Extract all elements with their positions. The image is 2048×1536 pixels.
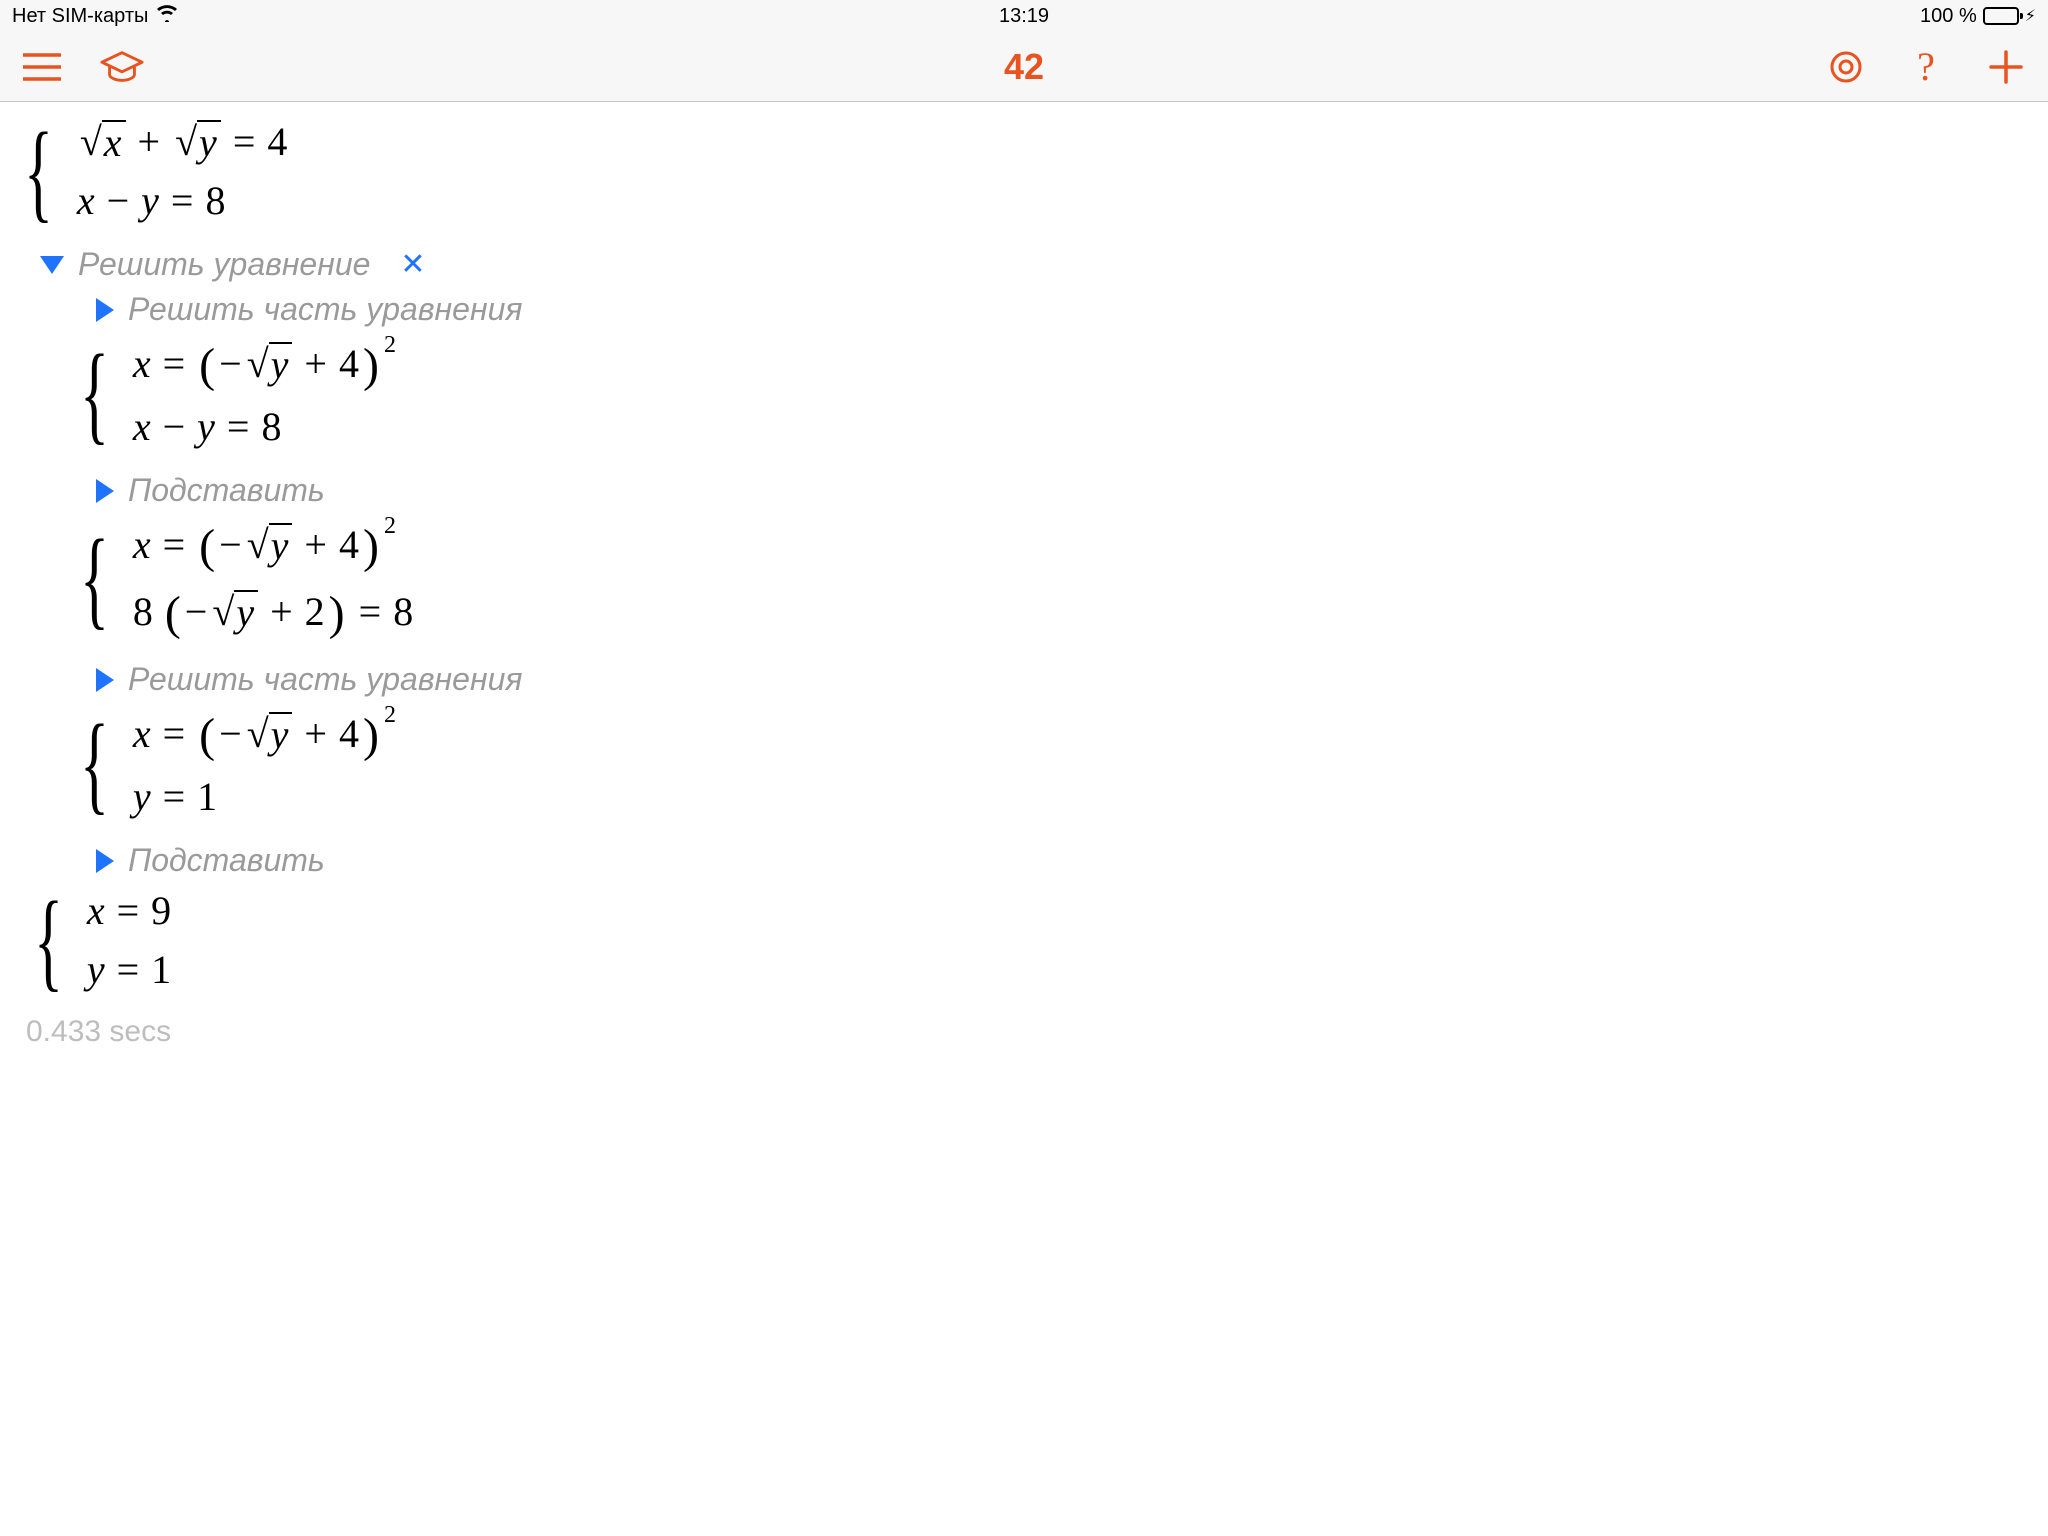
charging-icon: ⚡︎ [2025, 6, 2036, 26]
equation-system-input: { √x + √y = 4 x − y = 8 [24, 118, 2024, 224]
brace-icon: { [80, 336, 109, 450]
battery-text: 100 % [1920, 5, 1977, 28]
status-bar: Нет SIM-карты 13:19 100 % ⚡︎ [0, 0, 2048, 32]
equation-system-result: { x = 9 y = 1 [34, 887, 2024, 993]
brace-icon: { [80, 517, 109, 639]
step-solve-equation[interactable]: Решить уравнение ✕ [40, 246, 2024, 283]
step-label: Подставить [128, 472, 325, 509]
equation-row: y = 1 [133, 773, 395, 820]
equation-row: x − y = 8 [133, 403, 395, 450]
wifi-icon [156, 4, 178, 28]
expand-icon[interactable] [96, 668, 114, 692]
step-label: Решить уравнение [78, 246, 370, 283]
app-title: 42 [1004, 46, 1044, 88]
equation-system: { x = (− √y +4) 2 x − y = 8 [80, 336, 2024, 450]
help-icon[interactable]: ? [1904, 45, 1948, 89]
step-label: Решить часть уравнения [128, 661, 522, 698]
step-substitute[interactable]: Подставить [96, 472, 2024, 509]
expand-icon[interactable] [96, 849, 114, 873]
equation-row: x = (− √y +4) 2 [133, 706, 395, 761]
expand-icon[interactable] [96, 479, 114, 503]
brace-icon: { [34, 887, 63, 993]
graduation-cap-icon[interactable] [100, 45, 144, 89]
settings-icon[interactable] [1824, 45, 1868, 89]
brace-icon: { [24, 118, 53, 224]
battery-icon [1983, 7, 2019, 25]
carrier-text: Нет SIM-карты [12, 5, 148, 28]
clock: 13:19 [999, 5, 1049, 28]
equation-row: y = 1 [87, 946, 171, 993]
step-label: Решить часть уравнения [128, 291, 522, 328]
equation-row: x = (− √y +4) 2 [133, 336, 395, 391]
equation-row: 8 (− √y +2) = 8 [133, 584, 413, 639]
step-solve-part[interactable]: Решить часть уравнения [96, 661, 2024, 698]
brace-icon: { [80, 706, 109, 820]
step-solve-part[interactable]: Решить часть уравнения [96, 291, 2024, 328]
equation-row: √x + √y = 4 [77, 118, 288, 165]
equation-system: { x = (− √y +4) 2 y = 1 [80, 706, 2024, 820]
close-step-icon[interactable]: ✕ [400, 247, 425, 282]
equation-row: x = 9 [87, 887, 171, 934]
timing-label: 0.433 secs [26, 1015, 2024, 1049]
step-label: Подставить [128, 842, 325, 879]
equation-row: x = (− √y +4) 2 [133, 517, 413, 572]
equation-system: { x = (− √y +4) 2 8 (− √y +2) = 8 [80, 517, 2024, 639]
content: { √x + √y = 4 x − y = 8 Решить уравнение… [0, 102, 2048, 1049]
step-substitute[interactable]: Подставить [96, 842, 2024, 879]
nav-bar: 42 ? [0, 32, 2048, 102]
expand-icon[interactable] [96, 298, 114, 322]
collapse-icon[interactable] [40, 256, 64, 274]
menu-icon[interactable] [20, 45, 64, 89]
equation-row: x − y = 8 [77, 177, 288, 224]
add-icon[interactable] [1984, 45, 2028, 89]
